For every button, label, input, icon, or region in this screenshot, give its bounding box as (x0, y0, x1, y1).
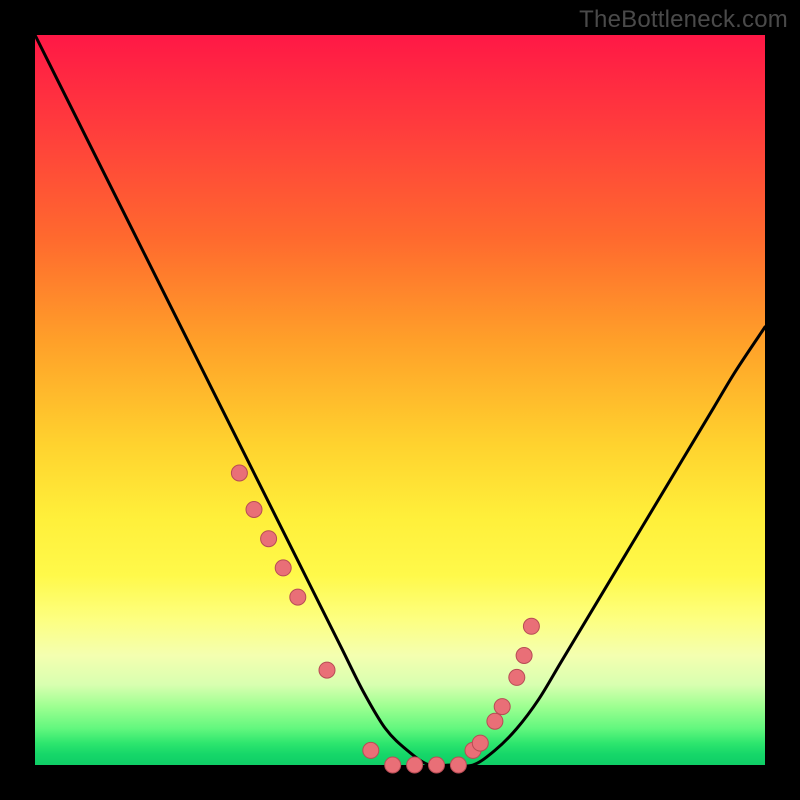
watermark-text: TheBottleneck.com (579, 6, 788, 34)
plot-area (35, 35, 765, 765)
chart-frame: TheBottleneck.com (0, 0, 800, 800)
